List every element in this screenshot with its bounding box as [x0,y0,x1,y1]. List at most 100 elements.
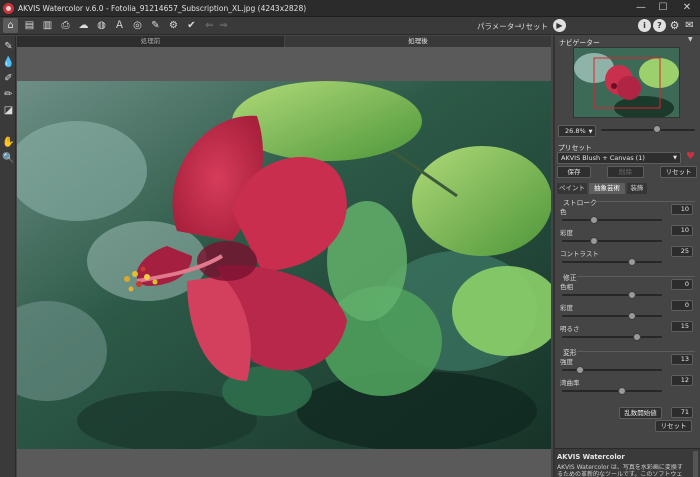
comment-icon[interactable]: ✉ [683,19,696,32]
distortion-param-slider-knob[interactable] [576,366,584,374]
batch-processing-icon[interactable]: ◍ [94,18,109,33]
random-seed-button[interactable]: 乱数開始値 [619,407,662,419]
reset-link[interactable]: リセット [518,21,548,32]
window-title: AKVIS Watercolor v.6.0 - Fotolia_9121465… [18,4,307,13]
correction-param-slider-knob[interactable] [628,312,636,320]
reset-parameters-button[interactable]: リセット [655,420,692,432]
stroke-param-slider-track[interactable] [562,240,662,242]
run-play-icon[interactable]: ▶ [553,19,566,32]
correction-param-slider-track[interactable] [562,336,662,338]
stroke-param-label: コントラスト [560,250,599,258]
correction-param-slider-track[interactable] [562,294,662,296]
tab-paint[interactable]: ペイント [557,183,587,194]
random-seed-value[interactable]: 71 [671,407,693,418]
save-file-icon[interactable]: ▥ [40,18,55,33]
zoom-slider-knob[interactable] [653,125,662,133]
open-file-icon[interactable]: ▤ [22,18,37,33]
canvas-text-icon[interactable]: Ａ [112,18,127,33]
zoom-preview-icon[interactable]: ◎ [130,18,145,33]
settings-panel: ナビゲーター ▼ 26.8% ▼ プリセット AKVIS Blush + Canv… [555,36,700,477]
stroke-param-value[interactable]: 10 [671,225,693,236]
view-tab-bar: 処理前 処理後 [17,36,551,47]
tab-decoration[interactable]: 装飾 [627,183,647,194]
share-cloud-icon[interactable]: ☁ [76,18,91,33]
distortion-param-slider-track[interactable] [562,390,662,392]
correction-param-slider-knob[interactable] [628,291,636,299]
stroke-tool-icon[interactable]: ✐ [2,72,15,85]
info-icon[interactable]: i [638,19,651,32]
app-logo-icon [3,3,14,14]
stroke-param-label: 色 [560,208,567,216]
correction-param-label: 色相 [560,283,573,291]
navigator-preview[interactable] [573,47,680,118]
hand-tool-icon[interactable]: ✋ [2,136,15,149]
distortion-param-value[interactable]: 12 [671,375,693,386]
preset-select[interactable]: AKVIS Blush + Canvas (1) ▼ [557,152,681,164]
save-preset-button[interactable]: 保存 [557,166,591,178]
parameter-tabs: ペイント 抽象芸術 装飾 [557,183,698,194]
zoom-select[interactable]: 26.8% ▼ [558,125,596,137]
delete-preset-button[interactable]: 削除 [607,166,644,178]
help-icon[interactable]: ? [653,19,666,32]
zoom-tool-icon[interactable]: 🔍 [2,152,15,165]
help-title: AKVIS Watercolor [557,453,625,461]
distortion-param-slider-knob[interactable] [618,387,626,395]
print-icon[interactable]: ⎙ [58,18,73,33]
correction-param-value[interactable]: 0 [671,300,693,311]
stroke-param-value[interactable]: 10 [671,204,693,215]
stroke-param-slider-knob[interactable] [590,237,598,245]
image-canvas[interactable] [17,47,551,477]
chevron-down-icon: ▼ [588,129,593,135]
correction-param-value[interactable]: 15 [671,321,693,332]
tab-after[interactable]: 処理後 [285,36,551,47]
stroke-param-slider-knob[interactable] [628,258,636,266]
undo-icon[interactable]: ⇐ [202,18,217,33]
section-divider [577,351,695,352]
tab-abstract[interactable]: 抽象芸術 [589,183,625,194]
preferences-gear-icon[interactable]: ⚙ [668,19,681,32]
distortion-param-label: 強度 [560,358,573,366]
tab-before[interactable]: 処理前 [17,36,285,47]
correction-param-label: 彩度 [560,304,573,312]
help-panel: AKVIS Watercolor AKVIS Watercolor は、写真を水… [555,448,700,477]
distortion-param-value[interactable]: 13 [671,354,693,365]
collapse-arrow-icon[interactable]: ▼ [688,36,693,43]
hibiscus-painting-image [17,81,551,449]
stroke-param-slider-track[interactable] [562,219,662,221]
stroke-param-slider-knob[interactable] [590,216,598,224]
help-scrollbar[interactable] [693,451,698,477]
settings-square-icon[interactable]: ⚙ [166,18,181,33]
zoom-slider-track[interactable] [601,129,695,131]
section-divider [577,276,695,277]
drop-tool-icon[interactable]: 💧 [2,56,15,69]
redo-icon[interactable]: ⇒ [216,18,231,33]
brush-tool-icon[interactable]: ✎ [2,40,15,53]
title-bar: AKVIS Watercolor v.6.0 - Fotolia_9121465… [0,0,700,17]
stroke-param-slider-track[interactable] [562,261,662,263]
tool-column: ✎ 💧 ✐ ✏ ◪ ✋ 🔍 [0,36,16,477]
correction-param-label: 明るさ [560,325,580,333]
favorite-heart-icon[interactable]: ♥ [686,151,695,162]
brush-edit-icon[interactable]: ✎ [148,18,163,33]
reset-preset-button[interactable]: リセット [660,166,697,178]
section-divider [595,201,695,202]
watercolor-painting[interactable] [17,81,551,449]
correction-param-slider-knob[interactable] [633,333,641,341]
help-text: AKVIS Watercolor は、写真を水彩画に変換するための革新的なツール… [557,464,683,477]
stroke-section-title: ストローク [563,199,597,207]
chevron-down-icon: ▼ [673,155,677,161]
correction-param-value[interactable]: 0 [671,279,693,290]
distortion-param-label: 湾曲率 [560,379,580,387]
maximize-button[interactable]: ☐ [652,1,674,16]
apply-check-icon[interactable]: ✔ [184,18,199,33]
navigator-thumbnail [574,48,679,117]
correction-param-slider-track[interactable] [562,315,662,317]
main-toolbar: ⌂ ▤ ▥ ⎙ ☁ ◍ Ａ ◎ ✎ ⚙ ✔ ⇐ ⇒ パラメーター リセット ▶ … [0,17,700,35]
home-icon[interactable]: ⌂ [3,18,18,33]
close-button[interactable]: ✕ [676,1,698,16]
presets-title: プリセット [558,144,592,152]
minimize-button[interactable]: — [630,1,652,16]
stroke-param-value[interactable]: 25 [671,246,693,257]
parameters-link[interactable]: パラメーター [477,21,522,32]
navigator-title: ナビゲーター [559,39,600,47]
